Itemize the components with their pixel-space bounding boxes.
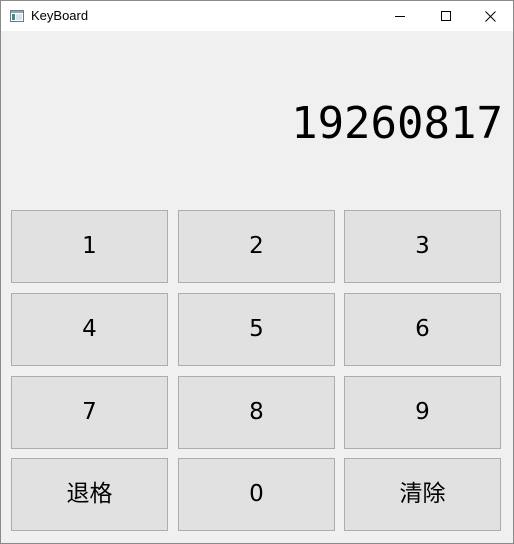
key-label: 0 (249, 481, 264, 507)
key-0[interactable]: 0 (178, 458, 335, 531)
key-label: 7 (82, 399, 97, 425)
key-8[interactable]: 8 (178, 376, 335, 449)
number-display: 19260817 (1, 31, 513, 209)
key-label: 3 (415, 233, 430, 259)
key-6[interactable]: 6 (344, 293, 501, 366)
key-5[interactable]: 5 (178, 293, 335, 366)
key-label: 1 (82, 233, 97, 259)
key-1[interactable]: 1 (11, 210, 168, 283)
close-button[interactable] (467, 1, 513, 31)
app-window: KeyBoard 19260817 1 2 3 4 5 6 7 8 9 退格 0… (0, 0, 514, 544)
close-icon (484, 10, 496, 22)
key-label: 2 (249, 233, 264, 259)
key-label: 退格 (66, 481, 113, 507)
key-2[interactable]: 2 (178, 210, 335, 283)
clear-button[interactable]: 清除 (344, 458, 501, 531)
maximize-icon (441, 11, 451, 21)
key-label: 4 (82, 316, 97, 342)
key-label: 5 (249, 316, 264, 342)
key-label: 8 (249, 399, 264, 425)
window-title: KeyBoard (31, 8, 89, 23)
key-9[interactable]: 9 (344, 376, 501, 449)
app-window-icon (10, 10, 24, 22)
key-label: 6 (415, 316, 430, 342)
minimize-button[interactable] (377, 1, 423, 31)
maximize-button[interactable] (423, 1, 469, 31)
key-label: 清除 (399, 481, 446, 507)
key-4[interactable]: 4 (11, 293, 168, 366)
title-bar[interactable]: KeyBoard (1, 1, 513, 31)
backspace-button[interactable]: 退格 (11, 458, 168, 531)
key-label: 9 (415, 399, 430, 425)
minimize-icon (395, 16, 405, 17)
key-3[interactable]: 3 (344, 210, 501, 283)
display-value: 19260817 (291, 98, 503, 149)
key-7[interactable]: 7 (11, 376, 168, 449)
